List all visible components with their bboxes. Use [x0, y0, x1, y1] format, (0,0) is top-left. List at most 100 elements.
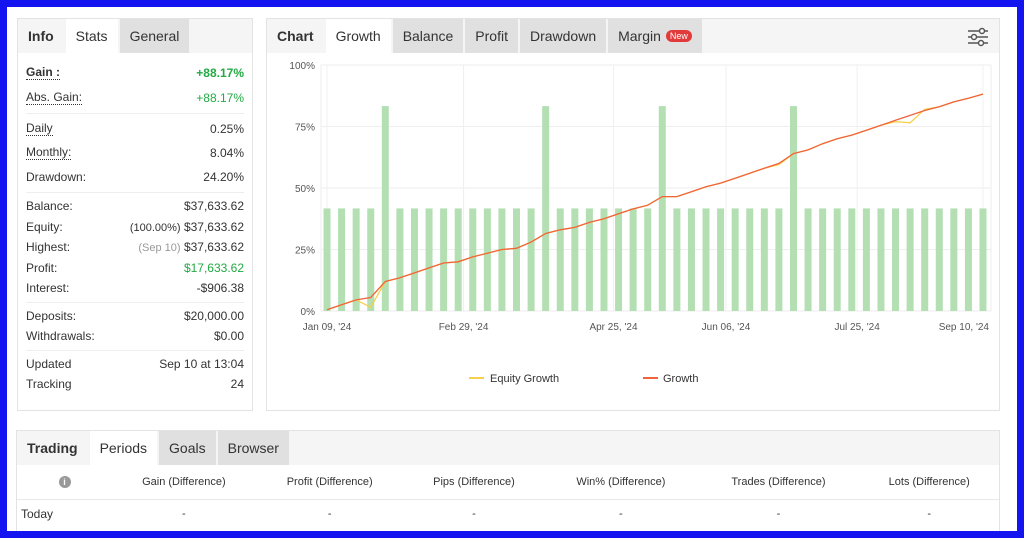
gain-label[interactable]: Gain :: [26, 65, 61, 80]
x-tick-label: Jun 06, '24: [702, 322, 751, 333]
monthly-label[interactable]: Monthly:: [26, 146, 72, 160]
daily-value: 0.25%: [209, 122, 244, 136]
chart-tabs: Chart Growth Balance Profit Drawdown Mar…: [267, 19, 999, 53]
drawdown-value: 24.20%: [203, 170, 244, 184]
bar: [819, 208, 827, 311]
stats-panel: Info Stats General Gain : +88.17% Abs. Ga…: [17, 18, 253, 411]
bar: [440, 208, 448, 311]
tab-chart[interactable]: Chart: [267, 19, 324, 53]
interest-value: -$906.38: [196, 281, 244, 296]
bar: [673, 208, 681, 311]
info-icon[interactable]: i: [58, 475, 71, 488]
periods-panel: Trading Periods Goals Browser i Gain (Di…: [16, 430, 1000, 531]
bar: [425, 208, 433, 311]
tab-trading[interactable]: Trading: [17, 431, 88, 465]
bar: [338, 208, 346, 311]
x-tick-label: Feb 29, '24: [439, 322, 489, 333]
bar: [571, 208, 579, 311]
abs-gain-label[interactable]: Abs. Gain:: [26, 90, 83, 105]
tab-info[interactable]: Info: [18, 19, 64, 53]
bar: [964, 208, 972, 311]
legend: Equity Growth Growth: [469, 373, 698, 385]
bar: [644, 208, 652, 311]
highest-date: (Sep 10): [138, 242, 181, 255]
new-badge: New: [665, 30, 692, 42]
tab-browser[interactable]: Browser: [217, 431, 289, 465]
bar: [935, 208, 943, 311]
deposits-label: Deposits:: [26, 308, 77, 323]
updated-value: Sep 10 at 13:04: [159, 356, 244, 371]
col-trades[interactable]: Trades (Difference): [697, 465, 860, 500]
equity-value: $37,633.62: [183, 219, 244, 234]
bar: [862, 208, 870, 311]
bar: [804, 208, 812, 311]
equity-percent: (100.00%): [129, 221, 181, 234]
bar: [717, 208, 725, 311]
bar: [892, 208, 900, 311]
gain-value: +88.17%: [196, 65, 244, 80]
bar: [513, 208, 521, 311]
bar: [848, 208, 856, 311]
cell: -: [327, 508, 332, 521]
bar: [877, 208, 885, 311]
daily-label[interactable]: Daily: [26, 122, 53, 136]
bar: [629, 208, 637, 311]
updated-label: Updated: [26, 356, 72, 371]
bar: [833, 208, 841, 311]
periods-table: i Gain (Difference) Profit (Difference) …: [17, 465, 999, 529]
bar: [600, 208, 608, 311]
highest-label: Highest:: [26, 240, 71, 255]
legend-growth[interactable]: Growth: [663, 373, 698, 385]
monthly-value: 8.04%: [209, 146, 244, 160]
bar: [731, 208, 739, 311]
tab-drawdown[interactable]: Drawdown: [519, 19, 607, 53]
tab-growth[interactable]: Growth: [325, 19, 391, 53]
cell: -: [776, 508, 781, 521]
abs-gain-value: +88.17%: [196, 90, 244, 105]
profit-value: $17,633.62: [183, 260, 244, 275]
bar: [789, 106, 797, 311]
deposits-value: $20,000.00: [183, 308, 244, 323]
x-tick-label: Sep 10, '24: [939, 322, 990, 333]
tab-periods[interactable]: Periods: [89, 431, 158, 465]
balance-value: $37,633.62: [183, 199, 244, 214]
sliders-icon[interactable]: [967, 27, 989, 52]
y-tick-label: 75%: [295, 123, 315, 134]
col-lots[interactable]: Lots (Difference): [859, 465, 999, 500]
bar: [746, 208, 754, 311]
bar: [979, 208, 987, 311]
bar: [556, 208, 564, 311]
y-tick-label: 100%: [289, 61, 315, 72]
col-pips[interactable]: Pips (Difference): [403, 465, 545, 500]
tab-stats[interactable]: Stats: [65, 19, 118, 53]
bar: [352, 208, 360, 311]
bar: [921, 208, 929, 311]
bar: [469, 208, 477, 311]
bottom-tabs: Trading Periods Goals Browser: [17, 431, 999, 465]
x-tick-label: Apr 25, '24: [589, 322, 637, 333]
tracking-value: 24: [230, 377, 244, 392]
cell: -: [927, 508, 932, 521]
balance-label: Balance:: [26, 199, 73, 214]
col-profit[interactable]: Profit (Difference): [255, 465, 404, 500]
bar: [396, 208, 404, 311]
tab-balance[interactable]: Balance: [392, 19, 464, 53]
bar: [658, 106, 666, 311]
bar: [615, 208, 623, 311]
col-win[interactable]: Win% (Difference): [544, 465, 698, 500]
bar: [906, 208, 914, 311]
tab-profit[interactable]: Profit: [465, 19, 518, 53]
tab-general[interactable]: General: [119, 19, 190, 53]
cell: -: [472, 508, 476, 521]
growth-chart: 0% 25% 50% 75% 100% Jan 09, '24 Feb 29, '24 Apr…: [289, 61, 992, 385]
tab-margin[interactable]: Margin New: [608, 19, 702, 53]
withdrawals-label: Withdrawals:: [26, 329, 95, 344]
tab-goals[interactable]: Goals: [159, 431, 216, 465]
bar: [687, 208, 695, 311]
equity-label: Equity:: [26, 219, 63, 234]
row-label: Today: [21, 507, 54, 522]
tracking-label: Tracking: [26, 377, 72, 392]
legend-equity-growth[interactable]: Equity Growth: [490, 373, 559, 385]
col-gain[interactable]: Gain (Difference): [112, 465, 256, 500]
profit-label: Profit:: [26, 260, 58, 275]
